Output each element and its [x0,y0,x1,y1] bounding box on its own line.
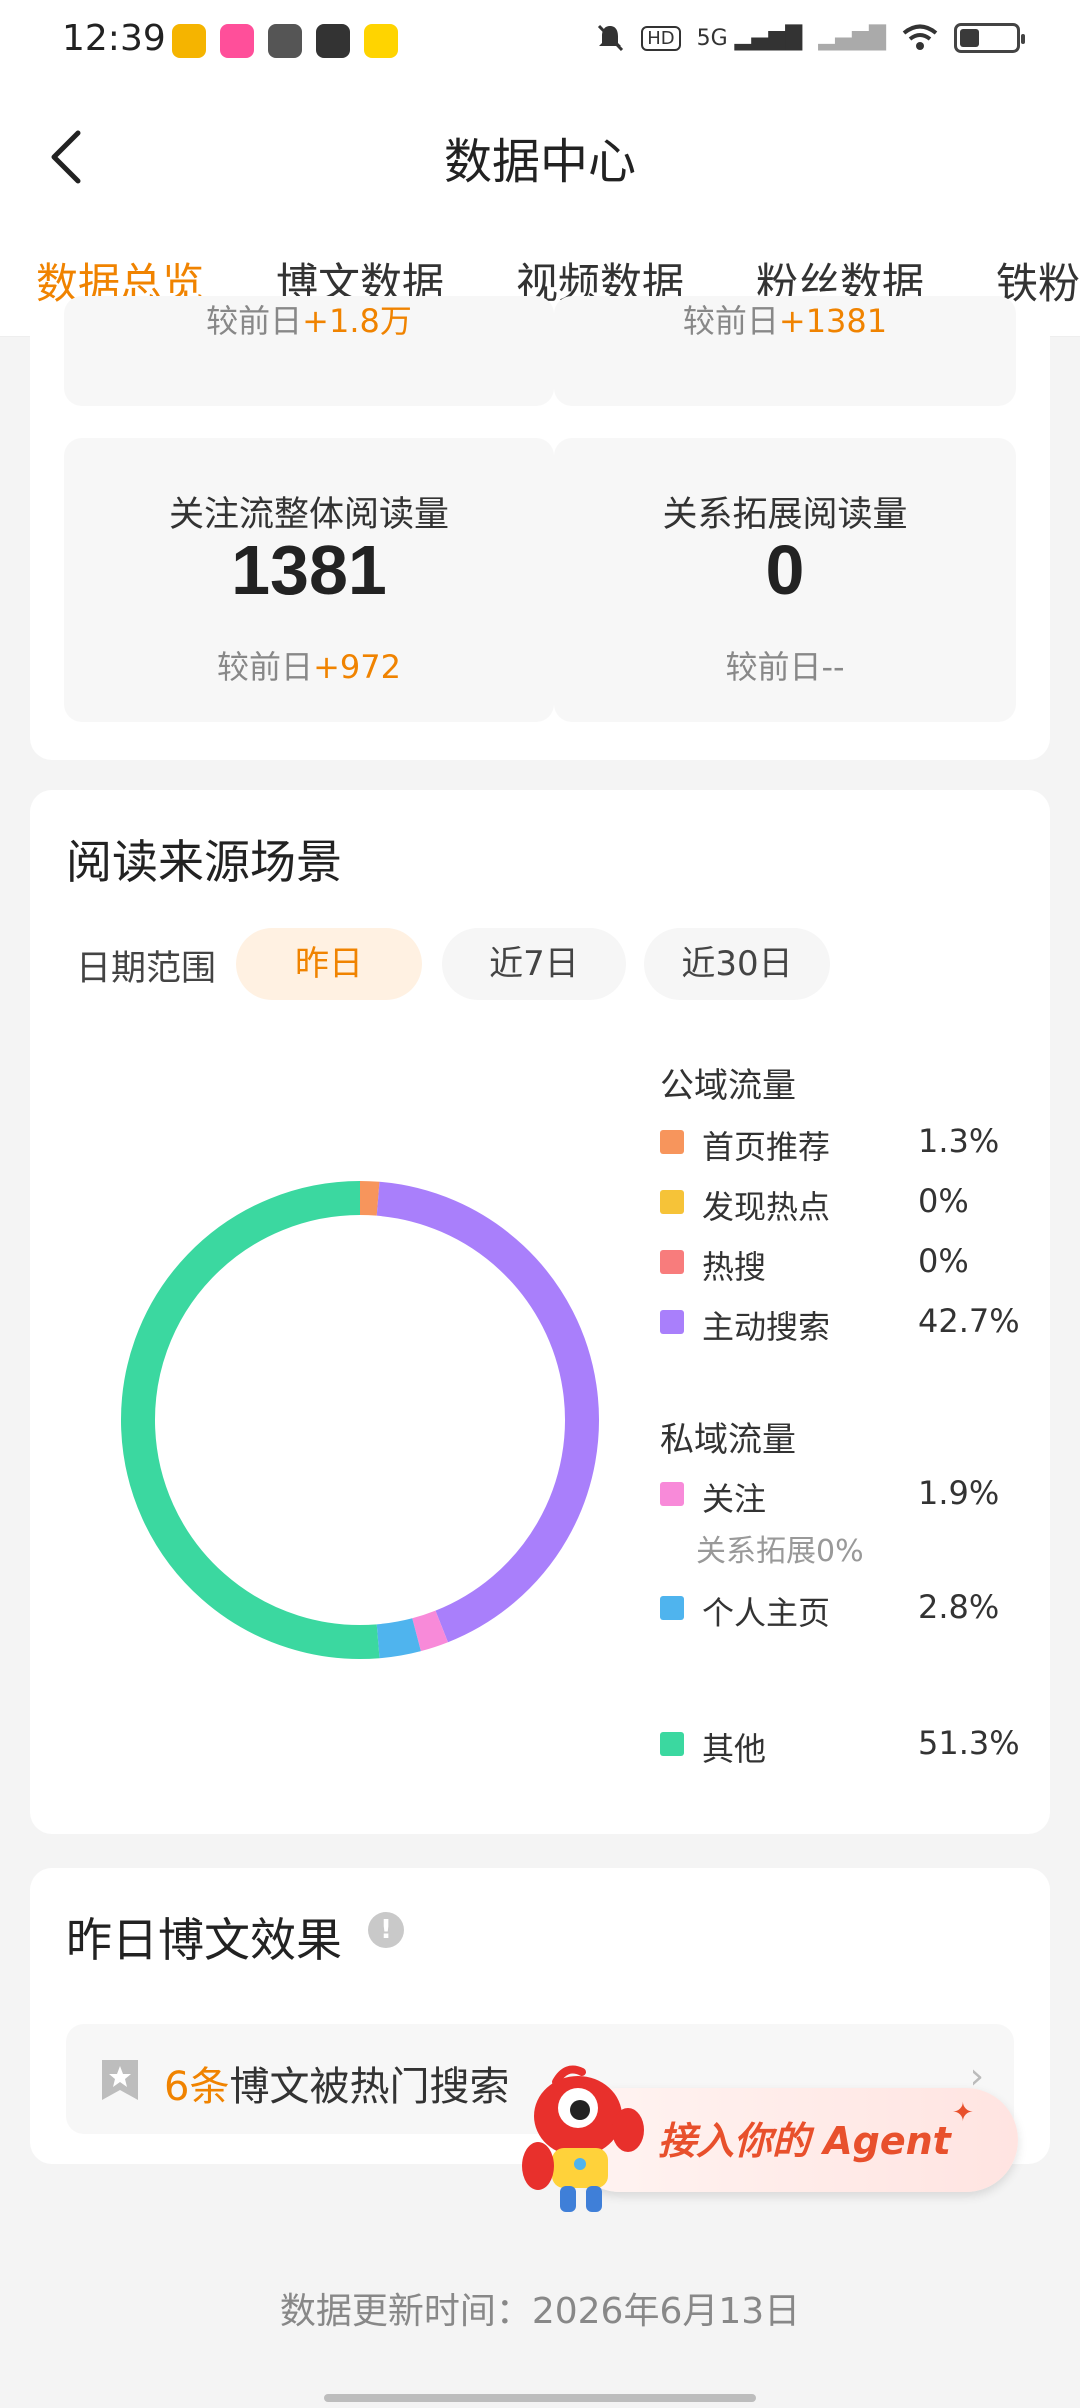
legend-swatch [660,1482,684,1506]
legend-item-other: 其他 51.3% [660,1724,1020,1768]
donut-slice-关注 [412,1610,448,1652]
section-title-yesterday-posts: 昨日博文效果 [66,1913,342,1967]
legend-item-active-search: 主动搜索 42.7% [660,1302,1020,1346]
mascot-icon[interactable] [516,2060,656,2220]
legend-item-hot-search: 热搜 0% [660,1242,1020,1286]
legend-group-private: 私域流量 [660,1420,796,1460]
stat-value: 0 [765,531,805,609]
signal-2-icon: ▂▄▆█ [818,25,886,51]
wifi-icon [902,24,938,50]
legend-swatch [660,1732,684,1756]
bag-app-icon [316,24,350,58]
range-30days-button[interactable]: 近30日 [644,928,830,1000]
legend-item-follow: 关注 1.9% [660,1474,1020,1518]
legend-swatch [660,1596,684,1620]
reading-source-donut-chart [121,1181,599,1659]
weibo-app-icon [172,24,206,58]
status-indicators: HD 5G ▂▄▆█ ▂▄▆█ [595,22,1025,54]
legend-item-profile-page: 个人主页 2.8% [660,1588,1020,1632]
status-time: 12:39 [62,18,166,59]
hot-search-text: 6条博文被热门搜索 [164,2064,510,2110]
app-header: 数据中心 [0,84,1080,224]
legend-swatch [660,1310,684,1334]
bookmark-star-icon [102,2060,138,2100]
info-icon[interactable]: ! [368,1912,404,1948]
update-time-text: 数据更新时间：2026年6月13日 [279,2291,801,2332]
section-title-reading-source: 阅读来源场景 [66,835,342,889]
legend-group-public: 公域流量 [660,1066,796,1106]
range-7days-button[interactable]: 近7日 [442,928,626,1000]
legend-item-homepage-recommend: 首页推荐 1.3% [660,1122,1020,1166]
hd-icon: HD [641,25,681,51]
mute-bell-icon [598,24,624,52]
wechat-app-icon [268,24,302,58]
range-yesterday-button[interactable]: 昨日 [236,928,422,1000]
donut-slice-首页推荐 [359,1181,380,1216]
legend-sub-relationship: 关系拓展0% [696,1534,864,1569]
legend-item-discover-hot: 发现热点 0% [660,1182,1020,1226]
signal-5g-icon: 5G ▂▄▆█ [696,25,803,51]
home-indicator[interactable] [324,2394,756,2402]
date-range-label: 日期范围 [76,949,217,989]
donut-slice-主动搜索 [376,1181,599,1643]
agent-banner-label: 接入你的 Agent [658,2119,951,2163]
page-title: 数据中心 [443,134,636,190]
stat-value: 1381 [231,531,387,609]
legend-swatch [660,1130,684,1154]
stat-delta: 较前日+972 [217,648,401,686]
donut-slice-其他 [121,1181,380,1659]
status-bar: 12:39 HD 5G ▂▄▆█ ▂▄▆█ [0,0,1080,84]
notification-icons [172,24,398,58]
donut-slice-个人主页 [376,1618,421,1659]
sparkle-icon: ✦ [952,2098,974,2128]
stat-delta: 较前日-- [725,648,845,686]
miniapp-icon [364,24,398,58]
legend-swatch [660,1250,684,1274]
legend-swatch [660,1190,684,1214]
stat-follow-flow-reads[interactable]: 关注流整体阅读量 1381 较前日+972 [64,438,554,722]
shopping-app-icon [220,24,254,58]
overview-card: 较前日+1.8万 较前日+1381 关注流整体阅读量 1381 较前日+972 … [30,296,1050,760]
stat-relationship-reads[interactable]: 关系拓展阅读量 0 较前日-- [554,438,1016,722]
battery-icon [954,23,1025,53]
